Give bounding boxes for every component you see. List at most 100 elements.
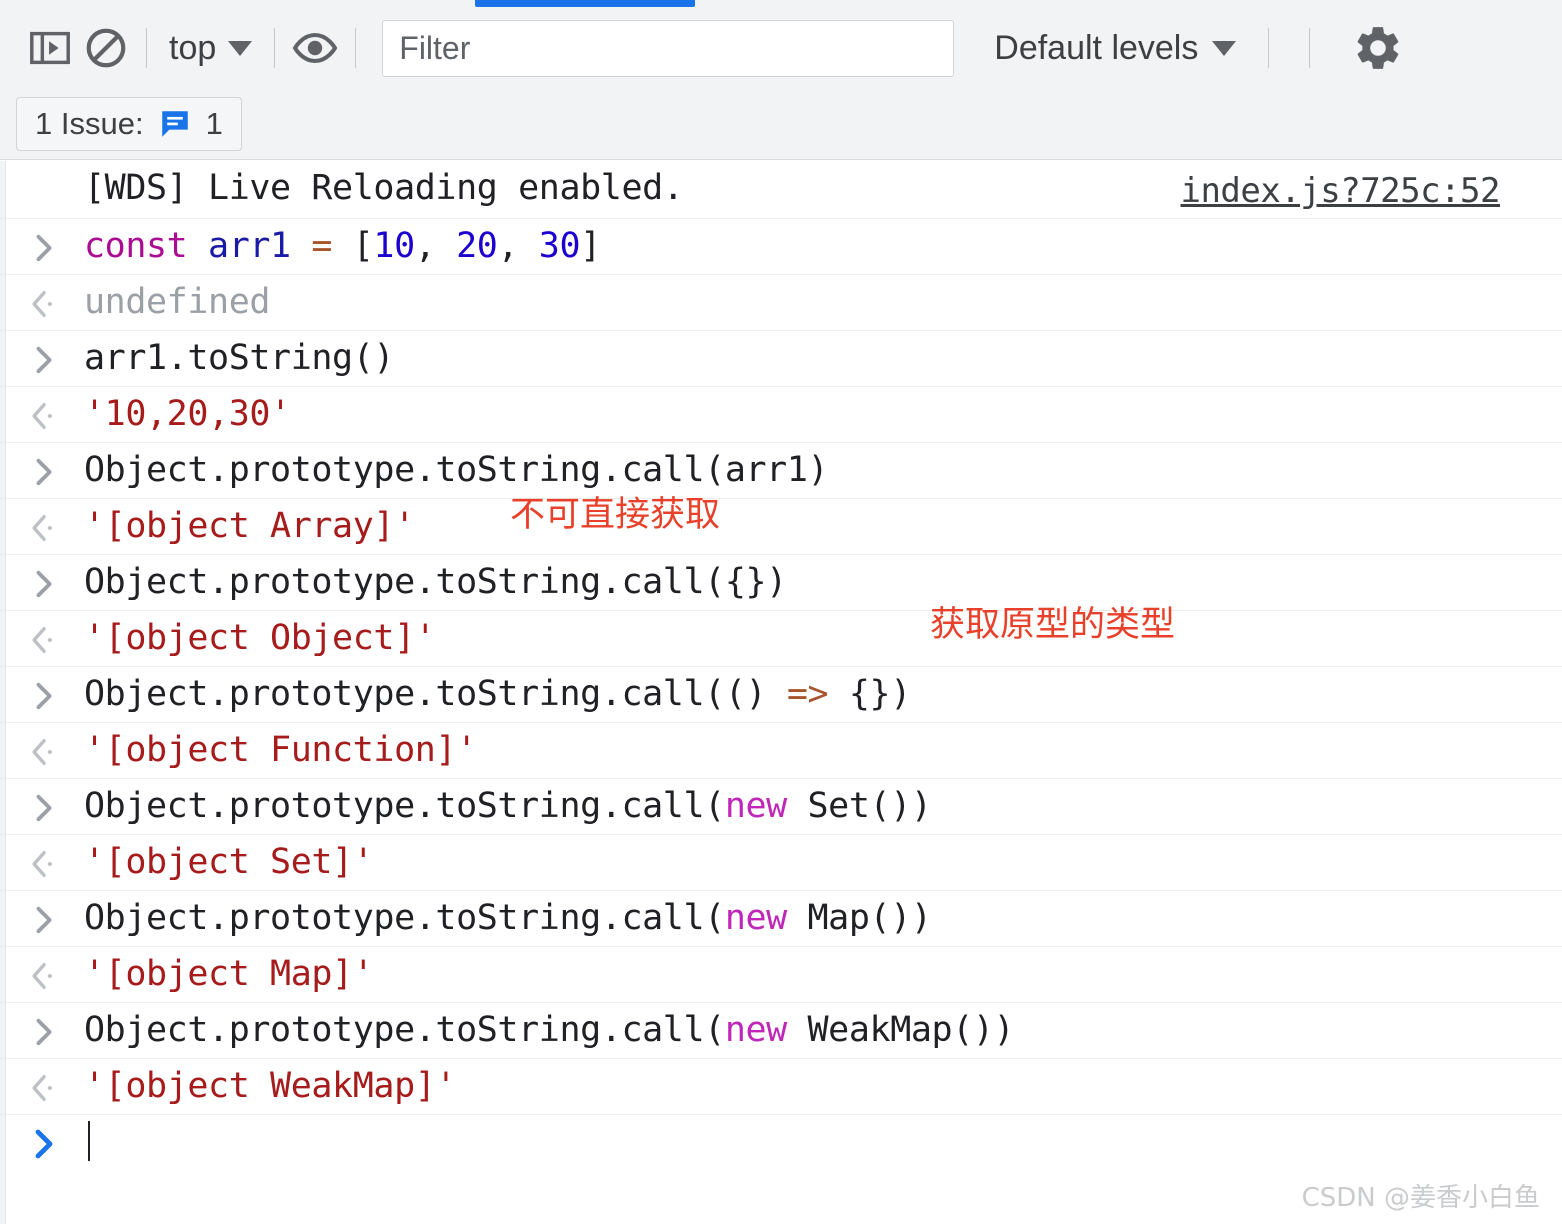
console-input-row: Object.prototype.toString.call(arr1) — [0, 443, 1562, 499]
clear-console-icon[interactable] — [78, 20, 134, 76]
code-token: '[object Map]' — [84, 954, 374, 994]
gear-icon[interactable] — [1350, 20, 1406, 76]
console-prompt-row[interactable] — [0, 1115, 1562, 1170]
console-input-text: Object.prototype.toString.call(new WeakM… — [84, 1003, 1015, 1058]
code-token: '[object Set]' — [84, 842, 374, 882]
console-result-text: undefined — [84, 275, 270, 330]
console-input-row: Object.prototype.toString.call(new Map()… — [0, 891, 1562, 947]
console-output-row: undefined — [0, 275, 1562, 331]
code-token: => — [786, 674, 829, 714]
annotation-cannot-get-directly: 不可直接获取 — [510, 495, 721, 535]
console-input-text: Object.prototype.toString.call(new Set()… — [84, 779, 932, 834]
annotation-get-prototype-type: 获取原型的类型 — [930, 605, 1176, 645]
code-token: , — [497, 226, 539, 266]
filter-input[interactable] — [382, 19, 955, 77]
issues-count: 1 — [205, 105, 223, 141]
console-input-row: arr1.toString() — [0, 331, 1562, 387]
toolbar-divider-3 — [355, 28, 357, 68]
log-levels-selector[interactable]: Default levels — [984, 29, 1246, 68]
code-token: = — [311, 226, 333, 266]
code-token: 10 — [373, 226, 415, 266]
console-output-row: '[object Array]' — [0, 499, 1562, 555]
prompt-output-arrow-icon — [6, 387, 84, 442]
show-console-sidebar-icon[interactable] — [22, 20, 78, 76]
code-token: new — [724, 898, 787, 938]
code-token: ] — [580, 226, 601, 266]
prompt-output-arrow-icon — [6, 1059, 84, 1114]
code-token: arr1.toString() — [84, 338, 395, 378]
chevron-down-icon — [228, 40, 253, 56]
prompt-input-arrow-icon — [6, 555, 84, 610]
issues-label: 1 Issue: — [35, 105, 144, 141]
prompt-output-arrow-icon — [6, 611, 84, 666]
code-token: undefined — [84, 282, 271, 322]
console-output-row: '[object Object]' — [0, 611, 1562, 667]
prompt-input-arrow-icon — [6, 331, 84, 386]
code-token: '10,20,30' — [84, 394, 291, 434]
console-toolbar: top Default levels — [0, 8, 1562, 88]
console-result-text: '[object Function]' — [84, 723, 477, 778]
console-result-text: '[object WeakMap]' — [84, 1059, 456, 1114]
console-result-text: '[object Map]' — [84, 947, 374, 1002]
console-input-row: Object.prototype.toString.call(() => {}) — [0, 667, 1562, 723]
console-result-text: '[object Set]' — [84, 835, 374, 890]
prompt-input-arrow-icon — [6, 1003, 84, 1058]
console-output-row: '[object WeakMap]' — [0, 1059, 1562, 1115]
prompt-input-arrow-icon — [6, 443, 84, 498]
code-token: arr1 — [208, 226, 291, 266]
console-output-area[interactable]: [WDS] Live Reloading enabled. index.js?72… — [0, 161, 1562, 1224]
prompt-output-arrow-icon — [6, 499, 84, 554]
console-input-text: Object.prototype.toString.call(() => {}) — [84, 667, 911, 722]
code-token: , — [414, 226, 457, 266]
console-output-row: '10,20,30' — [0, 387, 1562, 443]
code-token: '[object Array]' — [84, 506, 415, 546]
eye-icon[interactable] — [287, 20, 343, 76]
code-token: '[object WeakMap]' — [84, 1066, 457, 1106]
console-rows: [WDS] Live Reloading enabled. index.js?72… — [0, 161, 1562, 1170]
prompt-input-arrow-icon — [6, 219, 84, 274]
issues-chip-button[interactable]: 1 Issue: 1 — [16, 96, 242, 151]
code-token: '[object Function]' — [84, 730, 477, 770]
code-token: Object.prototype.toString.call(() — [84, 674, 787, 714]
console-output-row: '[object Map]' — [0, 947, 1562, 1003]
code-token: '[object Object]' — [84, 618, 436, 658]
code-token: 30 — [538, 226, 581, 266]
prompt-input-arrow-icon — [6, 891, 84, 946]
log-levels-label: Default levels — [994, 28, 1199, 67]
devtools-tab-strip — [0, 0, 1562, 8]
prompt-output-arrow-icon — [6, 275, 84, 330]
toolbar-divider-4 — [1268, 28, 1270, 68]
console-result-text: '[object Array]' — [84, 499, 415, 554]
text-caret — [88, 1121, 90, 1161]
prompt-input-arrow-icon — [6, 667, 84, 722]
toolbar-divider-2 — [274, 28, 276, 68]
console-input-row: Object.prototype.toString.call(new Set()… — [0, 779, 1562, 835]
code-token: [ — [332, 226, 374, 266]
source-location-link[interactable]: index.js?725c:52 — [1180, 165, 1500, 217]
code-token: Object.prototype.toString.call(arr1) — [84, 450, 829, 490]
console-prompt-input — [84, 1115, 90, 1170]
toolbar-divider-5 — [1309, 28, 1311, 68]
console-input-text: Object.prototype.toString.call(new Map()… — [84, 891, 932, 946]
devtools-console-panel: top Default levels 1 Issue: — [0, 0, 1562, 1224]
code-token: const — [84, 226, 188, 266]
code-token: new — [724, 1010, 787, 1050]
prompt-caret-icon — [6, 1115, 84, 1170]
console-input-text: Object.prototype.toString.call(arr1) — [84, 443, 829, 498]
code-token: Set()) — [786, 786, 932, 826]
issue-message-icon — [158, 107, 192, 141]
code-token: Map()) — [786, 898, 932, 938]
execution-context-selector[interactable]: top — [159, 29, 262, 68]
prompt-output-arrow-icon — [6, 835, 84, 890]
console-log-row: [WDS] Live Reloading enabled. index.js?72… — [0, 161, 1562, 219]
console-result-text: '[object Object]' — [84, 611, 436, 666]
code-token: Object.prototype.toString.call( — [84, 1010, 725, 1050]
issues-bar: 1 Issue: 1 — [0, 88, 1562, 160]
console-output-row: '[object Set]' — [0, 835, 1562, 891]
log-row-gutter — [6, 161, 84, 218]
toolbar-divider-1 — [146, 28, 147, 68]
console-input-text: Object.prototype.toString.call({}) — [84, 555, 787, 610]
console-input-text: arr1.toString() — [84, 331, 394, 386]
